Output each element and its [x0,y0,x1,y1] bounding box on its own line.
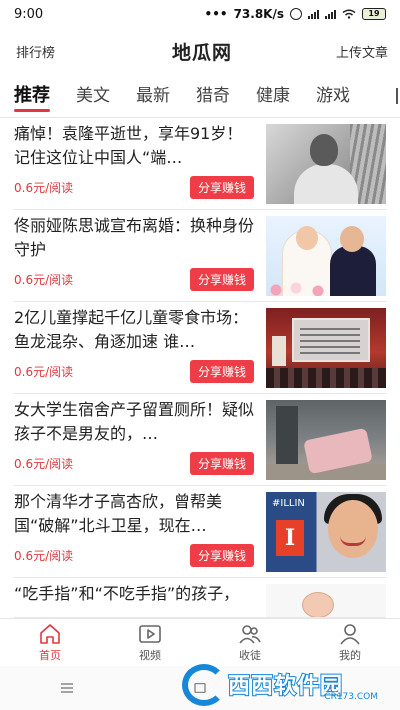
site-watermark: 西西软件园 CR173.COM [182,664,382,706]
battery-icon: 19 [362,8,386,20]
person-body-shape [294,164,358,204]
nav-recruit[interactable]: 收徒 [200,619,300,666]
article-meta: 0.6元/阅读 分享赚钱 [14,268,254,291]
article-title[interactable]: 女大学生宿舍产子留置厕所！疑似孩子不是男友的，… [14,398,254,446]
video-icon [138,623,162,645]
nav-video-label: 视频 [139,648,161,662]
thumbnail-banner-text: #ILLIN [272,498,305,509]
bride-head-shape [296,226,318,250]
share-earn-button[interactable]: 分享赚钱 [189,452,254,475]
article-card[interactable]: 2亿儿童撑起千亿儿童零食市场：鱼龙混杂、角逐加速 谁… 0.6元/阅读 分享赚钱 [14,302,386,394]
article-text: 痛悼！袁隆平逝世，享年91岁！记住这位让中国人“端… 0.6元/阅读 分享赚钱 [14,122,254,209]
audience-shape [266,368,386,388]
nav-home-label: 首页 [39,648,61,662]
wifi-icon [342,9,356,19]
share-earn-button[interactable]: 分享赚钱 [189,268,254,291]
tab-overflow-indicator [396,88,400,104]
article-thumbnail[interactable] [266,216,386,296]
article-card[interactable]: “吃手指”和“不吃手指”的孩子，长大后差距很大，家长… [14,578,386,618]
article-meta: 0.6元/阅读 分享赚钱 [14,176,254,199]
tab-health[interactable]: 健康 [256,74,290,117]
recruit-icon [238,623,262,645]
nav-video[interactable]: 视频 [100,619,200,666]
article-title[interactable]: “吃手指”和“不吃手指”的孩子，长大后差距很大，家长… [14,582,254,607]
tab-curiosity[interactable]: 猎奇 [196,74,230,117]
university-logo: I [276,520,304,556]
article-title[interactable]: 佟丽娅陈思诚宣布离婚：换种身份守护 [14,214,254,262]
article-thumbnail[interactable] [266,400,386,480]
article-text: “吃手指”和“不吃手指”的孩子，长大后差距很大，家长… [14,582,254,617]
nav-recruit-label: 收徒 [239,648,261,662]
article-text: 2亿儿童撑起千亿儿童零食市场：鱼龙混杂、角逐加速 谁… 0.6元/阅读 分享赚钱 [14,306,254,393]
podium-shape [272,336,286,366]
network-speed: 73.8K/s [233,7,284,21]
alarm-icon [290,8,302,20]
reward-rate: 0.6元/阅读 [14,273,74,287]
flowers-shape [266,282,386,296]
article-meta: 0.6元/阅读 分享赚钱 [14,452,254,475]
article-meta: 0.6元/阅读 分享赚钱 [14,360,254,383]
article-thumbnail[interactable] [266,124,386,204]
article-title[interactable]: 痛悼！袁隆平逝世，享年91岁！记住这位让中国人“端… [14,122,254,170]
article-meta: 0.6元/阅读 分享赚钱 [14,544,254,567]
watermark-logo-shape [182,664,226,706]
upload-article-link[interactable]: 上传文章 [318,42,388,61]
article-text: 那个清华才子高杏欣，曾帮美国“破解”北斗卫星，现在… 0.6元/阅读 分享赚钱 [14,490,254,577]
nav-profile[interactable]: 我的 [300,619,400,666]
menu-icon[interactable] [60,683,74,693]
groom-head-shape [340,226,364,252]
home-icon [38,623,62,645]
bottom-nav: 首页 视频 收徒 我的 [0,618,400,666]
status-indicators: ••• 73.8K/s 19 [205,7,386,21]
nav-profile-label: 我的 [339,648,361,662]
baby-illustration-shape [302,592,334,617]
share-earn-button[interactable]: 分享赚钱 [189,360,254,383]
presentation-screen-shape [292,318,370,362]
status-time: 9:00 [14,6,44,22]
share-earn-button[interactable]: 分享赚钱 [189,544,254,567]
tab-latest[interactable]: 最新 [136,74,170,117]
app-title: 地瓜网 [171,41,232,64]
status-bar: 9:00 ••• 73.8K/s 19 [0,0,400,28]
more-dots-icon: ••• [204,7,228,21]
article-card[interactable]: 女大学生宿舍产子留置厕所！疑似孩子不是男友的，… 0.6元/阅读 分享赚钱 [14,394,386,486]
tab-games[interactable]: 游戏 [316,74,350,117]
person-head-shape [310,134,338,166]
nav-home[interactable]: 首页 [0,619,100,666]
tab-essays[interactable]: 美文 [76,74,110,117]
article-thumbnail[interactable]: #ILLIN I [266,492,386,572]
signal-icon [308,9,319,19]
app-header: 排行榜 地瓜网 上传文章 [0,28,400,74]
tab-recommend[interactable]: 推荐 [14,74,50,117]
category-tabs: 推荐 美文 最新 猎奇 健康 游戏 [0,74,400,118]
face-shape [328,500,378,558]
article-text: 佟丽娅陈思诚宣布离婚：换种身份守护 0.6元/阅读 分享赚钱 [14,214,254,301]
reward-rate: 0.6元/阅读 [14,181,74,195]
profile-icon [338,623,362,645]
article-thumbnail[interactable] [266,584,386,617]
reward-rate: 0.6元/阅读 [14,365,74,379]
watermark-url: CR173.COM [324,692,378,702]
share-earn-button[interactable]: 分享赚钱 [189,176,254,199]
article-feed: 痛悼！袁隆平逝世，享年91岁！记住这位让中国人“端… 0.6元/阅读 分享赚钱 … [0,118,400,618]
reward-rate: 0.6元/阅读 [14,549,74,563]
article-card[interactable]: 痛悼！袁隆平逝世，享年91岁！记住这位让中国人“端… 0.6元/阅读 分享赚钱 [14,118,386,210]
article-text: 女大学生宿舍产子留置厕所！疑似孩子不是男友的，… 0.6元/阅读 分享赚钱 [14,398,254,485]
ranking-link[interactable]: 排行榜 [16,42,86,61]
article-thumbnail[interactable] [266,308,386,388]
article-card[interactable]: 那个清华才子高杏欣，曾帮美国“破解”北斗卫星，现在… 0.6元/阅读 分享赚钱 … [14,486,386,578]
reward-rate: 0.6元/阅读 [14,457,74,471]
article-title[interactable]: 2亿儿童撑起千亿儿童零食市场：鱼龙混杂、角逐加速 谁… [14,306,254,354]
article-card[interactable]: 佟丽娅陈思诚宣布离婚：换种身份守护 0.6元/阅读 分享赚钱 [14,210,386,302]
article-title[interactable]: 那个清华才子高杏欣，曾帮美国“破解”北斗卫星，现在… [14,490,254,538]
signal-icon-2 [325,9,336,19]
